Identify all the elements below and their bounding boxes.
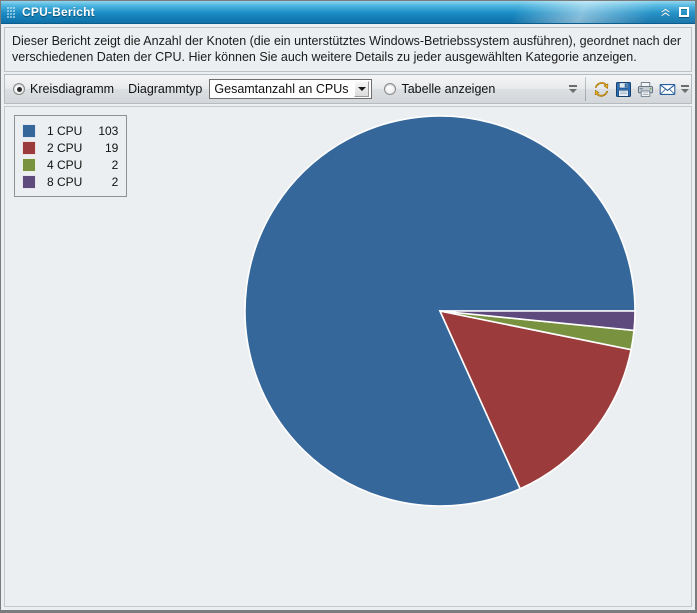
window-title: CPU-Bericht xyxy=(22,5,95,19)
envelope-icon xyxy=(659,83,675,95)
toolbar-overflow-icon[interactable] xyxy=(568,78,577,100)
legend-value-8cpu: 2 xyxy=(111,174,119,189)
legend-label-2cpu: 2 CPU xyxy=(47,140,83,155)
list-item[interactable]: 8 CPU 2 xyxy=(22,173,118,190)
report-toolbar: Kreisdiagramm Diagrammtyp Gesamtanzahl a… xyxy=(4,74,692,104)
legend-label-1cpu: 1 CPU xyxy=(47,123,83,138)
legend-swatch-1cpu xyxy=(22,123,36,138)
list-item[interactable]: 1 CPU 103 xyxy=(22,122,118,139)
maximize-square-icon[interactable] xyxy=(677,5,691,19)
pie-slices xyxy=(244,115,636,507)
chart-area: 1 CPU 103 2 CPU 19 4 CPU 2 8 CPU 2 xyxy=(4,106,692,607)
chart-legend: 1 CPU 103 2 CPU 19 4 CPU 2 8 CPU 2 xyxy=(14,115,128,197)
legend-swatch-4cpu xyxy=(22,157,36,172)
legend-label-4cpu: 4 CPU xyxy=(47,157,83,172)
chart-type-select[interactable]: Gesamtanzahl an CPUs xyxy=(209,79,373,99)
radio-pie-chart-control[interactable] xyxy=(13,83,25,95)
legend-value-2cpu: 19 xyxy=(104,140,119,155)
description-line-2: verschiedenen Daten der CPU. Hier können… xyxy=(12,50,637,64)
legend-swatch-2cpu xyxy=(22,140,36,155)
radio-show-table-control[interactable] xyxy=(384,83,397,95)
report-description: Dieser Bericht zeigt die Anzahl der Knot… xyxy=(4,27,692,72)
legend-value-1cpu: 103 xyxy=(98,123,119,138)
window-titlebar[interactable]: CPU-Bericht xyxy=(1,1,695,24)
legend-label-8cpu: 8 CPU xyxy=(47,174,83,189)
printer-icon xyxy=(637,81,653,97)
chart-type-label: Diagrammtyp xyxy=(128,82,203,96)
list-item[interactable]: 2 CPU 19 xyxy=(22,139,118,156)
toolbar-overflow-icon-right[interactable] xyxy=(680,78,689,100)
save-button[interactable] xyxy=(612,78,634,100)
refresh-icon xyxy=(594,81,608,97)
email-button[interactable] xyxy=(656,78,678,100)
chevron-double-up-icon[interactable] xyxy=(658,5,672,19)
titlebar-buttons xyxy=(658,1,691,23)
radio-pie-chart-label[interactable]: Kreisdiagramm xyxy=(30,82,114,96)
radio-pie-chart[interactable]: Kreisdiagramm xyxy=(5,75,114,103)
legend-value-4cpu: 2 xyxy=(111,157,119,172)
radio-show-table[interactable]: Tabelle anzeigen xyxy=(372,75,495,103)
refresh-button[interactable] xyxy=(590,78,612,100)
print-button[interactable] xyxy=(634,78,656,100)
cpu-report-window: CPU-Bericht Dieser Bericht zeigt die Anz… xyxy=(0,0,697,613)
radio-show-table-label[interactable]: Tabelle anzeigen xyxy=(401,82,495,96)
toolbar-divider xyxy=(585,77,586,101)
legend-swatch-8cpu xyxy=(22,174,36,189)
list-item[interactable]: 4 CPU 2 xyxy=(22,156,118,173)
save-floppy-icon xyxy=(615,81,631,97)
chart-type-value: Gesamtanzahl an CPUs xyxy=(214,82,349,96)
chevron-down-icon[interactable] xyxy=(354,81,370,97)
grip-dots-icon xyxy=(7,6,16,18)
description-line-1: Dieser Bericht zeigt die Anzahl der Knot… xyxy=(12,34,682,48)
